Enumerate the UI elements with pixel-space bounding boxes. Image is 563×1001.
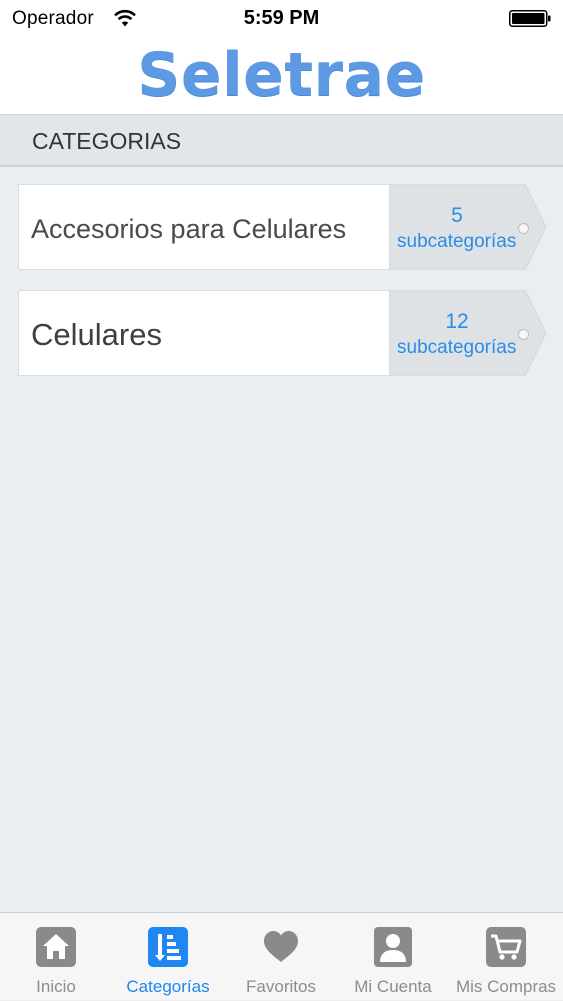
category-name-box[interactable]: Celulares	[18, 290, 389, 376]
tab-inicio[interactable]: Inicio	[0, 913, 112, 1001]
battery-icon	[509, 10, 551, 27]
tab-mi-cuenta[interactable]: Mi Cuenta	[337, 913, 449, 1001]
app-logo: Seletrae	[137, 40, 426, 110]
subcategory-label: subcategorías	[397, 231, 517, 252]
section-title: CATEGORIAS	[32, 128, 182, 154]
categories-list-icon	[148, 927, 188, 967]
cart-icon	[486, 927, 526, 967]
radio-dot-icon	[518, 223, 529, 234]
subcategory-badge[interactable]: 12 subcategorías	[389, 290, 547, 376]
subcategory-label: subcategorías	[397, 337, 517, 358]
category-name: Celulares	[31, 317, 162, 352]
subcategory-count: 5	[451, 204, 463, 227]
category-list: Accesorios para Celulares 5 subcategoría…	[0, 184, 563, 396]
tab-label: Mis Compras	[455, 977, 557, 996]
category-name-box[interactable]: Accesorios para Celulares	[18, 184, 389, 270]
category-row[interactable]: Accesorios para Celulares 5 subcategoría…	[18, 184, 547, 272]
radio-dot-icon	[518, 329, 529, 340]
tab-mis-compras[interactable]: Mis Compras	[450, 913, 562, 1001]
app-header: Seletrae	[0, 38, 563, 115]
subcategory-badge[interactable]: 5 subcategorías	[389, 184, 547, 270]
category-row[interactable]: Celulares 12 subcategorías	[18, 290, 547, 378]
tab-categorias[interactable]: Categorías	[112, 913, 224, 1001]
status-time: 5:59 PM	[243, 7, 320, 29]
tab-favoritos[interactable]: Favoritos	[225, 913, 337, 1001]
subcategory-count: 12	[445, 310, 469, 333]
section-header: CATEGORIAS	[0, 115, 563, 167]
status-bar: Operador 5:59 PM	[0, 0, 563, 38]
user-icon	[374, 927, 412, 967]
tab-bar: Inicio Categorías Favoritos Mi Cuenta Mi…	[0, 912, 563, 1000]
heart-icon	[264, 931, 298, 962]
home-icon	[36, 927, 76, 967]
category-name: Accesorios para Celulares	[31, 214, 347, 244]
